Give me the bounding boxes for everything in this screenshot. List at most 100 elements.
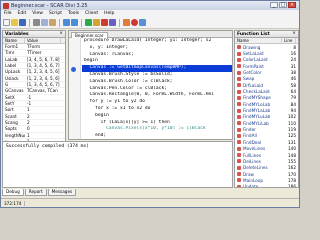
function-row[interactable]: Drawing 8 [235,44,298,50]
function-row[interactable]: Finder 119 [235,126,298,132]
function-row[interactable]: DelLines 155 [235,158,298,164]
code-line[interactable]: Canvas.Pixels[x*10, y*10] := clBlack [82,126,232,133]
code-line[interactable]: Canvas.Brush.Style := bsSolid; [82,72,232,79]
tab-debug[interactable]: Debug [2,189,24,196]
function-icon [237,89,241,94]
function-row[interactable]: FindMYLiLab 110 [235,120,298,126]
minimize-button[interactable]: _ [270,2,278,8]
code-line[interactable]: begin [82,113,232,120]
variable-name: LaLab [5,56,18,62]
breakpoint-icon[interactable] [71,67,76,72]
open-icon[interactable] [11,19,18,26]
code-line[interactable]: Canvas.Brush.Color := clBlack; [82,79,232,86]
function-icon [237,165,241,170]
line-gutter[interactable] [69,38,81,139]
code-line[interactable]: for y := y1 to y2 do [82,99,232,106]
function-row[interactable]: FindMYLaLab 94 [235,107,298,113]
close-button[interactable]: × [288,2,296,8]
function-row[interactable]: ColorLaLaid 24 [235,57,298,63]
function-row[interactable]: FormPaint 31 [235,63,298,69]
column-name[interactable]: Name [3,38,25,43]
cut-icon[interactable] [33,19,40,26]
function-icon [237,146,241,151]
maximize-button[interactable]: □ [279,2,287,8]
menu-script[interactable]: Script [46,11,65,16]
save-icon[interactable] [19,19,26,26]
column-name[interactable]: Name [235,38,282,43]
menu-help[interactable]: Help [101,11,117,16]
selected-code-line[interactable]: Canvas := GetBitmapCanvas(TempBMP); [82,65,232,72]
function-row[interactable]: MoveLines 140 [235,146,298,152]
code-line[interactable]: procedure DrawLaLaid( Integer; y1: Integ… [82,38,232,45]
function-row[interactable]: FindDeal 131 [235,139,298,145]
run-icon[interactable] [85,19,92,26]
color-picker-icon[interactable] [123,19,130,26]
code-line[interactable]: Canvas.Pen.Color := clBlack; [82,86,232,93]
copy-icon[interactable] [41,19,48,26]
function-line: 94 [290,108,296,114]
paste-icon[interactable] [49,19,56,26]
title-bar[interactable]: Beginner.scar - SCAR Divi 3.25 _ □ × [1,1,299,10]
function-row[interactable]: SetLaLaid 16 [235,50,298,56]
function-name: FullLines [243,152,262,158]
function-row[interactable]: FindMYLoLab 84 [235,101,298,107]
close-panel-icon[interactable]: × [292,31,296,36]
variable-name: Scant [5,113,17,119]
variable-name: lengthNum [5,132,25,138]
function-list-header: Function List × [235,31,298,38]
menu-view[interactable]: View [29,11,46,16]
undo-icon[interactable] [63,19,70,26]
tab-report[interactable]: Report [24,189,47,196]
column-value[interactable]: Value [25,38,61,43]
redo-icon[interactable] [71,19,78,26]
code-area[interactable]: procedure DrawLaLaid( Integer; y1: Integ… [82,38,232,139]
code-line[interactable]: for x := x1 to x2 do [82,106,232,113]
tab-messages[interactable]: Messages [47,189,77,196]
code-line[interactable]: Canvas: TCanvas; [82,52,232,59]
function-row[interactable]: GetColor 38 [235,69,298,75]
stop-icon[interactable] [101,19,108,26]
function-row[interactable]: FindMYLuLab 102 [235,114,298,120]
menu-client[interactable]: Client [82,11,101,16]
close-panel-icon[interactable]: × [59,31,63,36]
function-row[interactable]: CheckLaLaid 64 [235,88,298,94]
pause-icon[interactable] [93,19,100,26]
function-name: DelLines [243,158,261,164]
function-name: MainLoop [243,177,264,183]
variable-value: TCanvas, TCan [27,88,58,94]
code-line[interactable]: x, y: Integer; [82,45,232,52]
function-row[interactable]: FullLines 148 [235,152,298,158]
cursor-position: 372:174 [1,200,26,206]
compile-icon[interactable] [109,19,116,26]
app-icon [3,2,9,9]
menu-edit[interactable]: Edit [15,11,30,16]
variable-name: Uslack [5,75,19,81]
menu-file[interactable]: File [1,11,15,16]
menu-tools[interactable]: Tools [65,11,82,16]
target-icon[interactable] [131,19,138,26]
new-icon[interactable] [3,19,10,26]
function-row[interactable]: FindAll 125 [235,133,298,139]
function-row[interactable]: MainLoop 178 [235,177,298,183]
code-editor[interactable]: Beginner.scar procedure DrawLaLaid( Inte… [68,30,233,140]
function-row[interactable]: Draw 170 [235,171,298,177]
function-line: 8 [293,44,296,50]
code-line[interactable]: end; [82,133,232,139]
code-line[interactable]: begin [82,58,232,65]
window-icon[interactable] [139,19,146,26]
function-row[interactable]: DrfLaLaid 58 [235,82,298,88]
variables-title: Variables [5,31,29,37]
function-line: 84 [290,101,296,107]
function-name: FindMYLaLab [243,108,271,114]
function-row[interactable]: FindMYShape 79 [235,95,298,101]
function-row[interactable]: DeleteLines 162 [235,165,298,171]
code-line[interactable]: if (LaLa[x][y] >= 1) then [82,120,232,127]
function-line: 140 [288,146,296,152]
function-line: 102 [288,114,296,120]
code-line[interactable]: Canvas.Rectangle(0, 0, FormL.Width, Form… [82,92,232,99]
function-icon [237,95,241,100]
function-row[interactable]: Swap 46 [235,76,298,82]
function-row[interactable]: Update 186 [235,184,298,187]
function-line: 16 [290,51,296,57]
column-line[interactable]: Line [282,38,296,43]
